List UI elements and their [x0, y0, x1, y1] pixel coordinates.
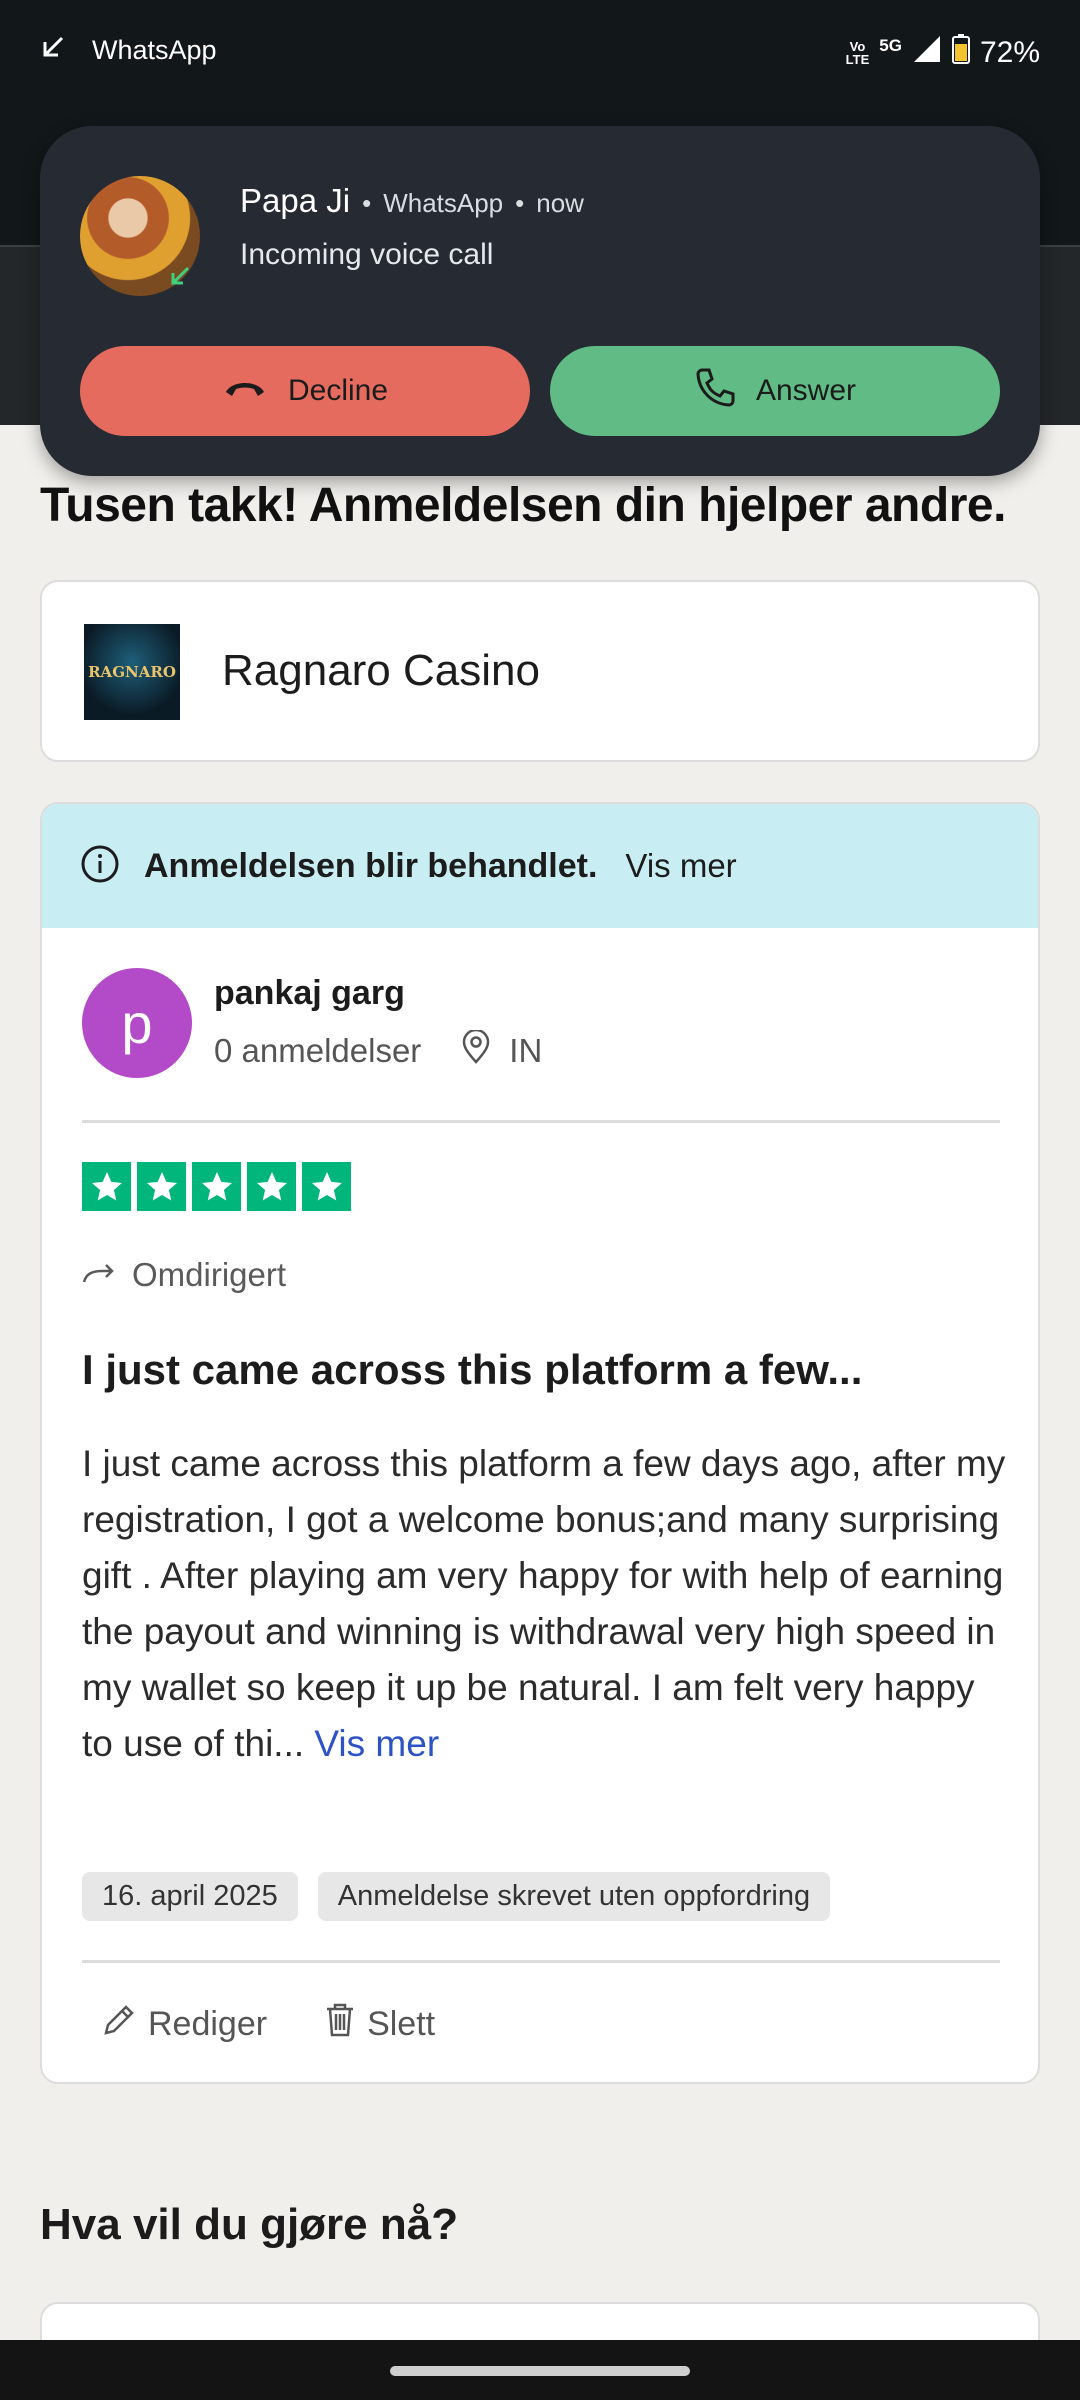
star-icon — [82, 1162, 131, 1211]
location-pin-icon — [461, 1028, 491, 1072]
answer-button[interactable]: Answer — [550, 346, 1000, 436]
hang-up-icon — [222, 374, 268, 408]
star-icon — [302, 1162, 351, 1211]
pencil-icon — [102, 2003, 136, 2046]
next-steps-heading: Hva vil du gjøre nå? — [40, 2200, 459, 2249]
user-country: IN — [509, 1032, 543, 1069]
user-review-count: 0 anmeldelser — [214, 1032, 422, 1069]
review-card: Anmeldelsen blir behandlet. Vis mer p pa… — [40, 802, 1040, 2084]
status-bar: WhatsApp Vo LTE 5G 72% — [0, 0, 1080, 112]
incoming-call-notification[interactable]: Papa Ji • WhatsApp • now Incoming voice … — [40, 126, 1040, 476]
network-type: 5G — [879, 36, 902, 55]
home-gesture-handle[interactable] — [390, 2366, 690, 2376]
volte-indicator: Vo LTE — [845, 39, 870, 67]
review-body: I just came across this platform a few d… — [82, 1443, 1006, 1764]
divider — [82, 1960, 1000, 1963]
unsolicited-chip: Anmeldelse skrevet uten oppfordring — [317, 1872, 831, 1921]
user-name[interactable]: pankaj garg — [214, 974, 405, 1013]
call-message: Incoming voice call — [240, 238, 494, 271]
navigation-bar — [0, 2340, 1080, 2400]
star-icon — [247, 1162, 296, 1211]
review-date-chip: 16. april 2025 — [82, 1872, 298, 1921]
user-avatar[interactable]: p — [82, 968, 192, 1078]
star-icon — [192, 1162, 241, 1211]
star-rating — [82, 1162, 351, 1211]
trash-icon — [325, 2002, 355, 2047]
status-app-name: WhatsApp — [92, 35, 217, 65]
company-card[interactable]: RAGNARO Ragnaro Casino — [40, 580, 1040, 762]
review-title: I just came across this platform a few..… — [82, 1346, 863, 1393]
signal-icon — [912, 34, 942, 72]
decline-button[interactable]: Decline — [80, 346, 530, 436]
notification-app: WhatsApp — [383, 188, 504, 218]
company-name: Ragnaro Casino — [222, 646, 540, 695]
battery-icon — [951, 34, 970, 72]
caller-name: Papa Ji — [240, 182, 351, 219]
review-status-banner: Anmeldelsen blir behandlet. Vis mer — [42, 804, 1038, 928]
edit-button[interactable]: Rediger — [102, 2002, 267, 2047]
notification-time: now — [536, 188, 584, 218]
review-show-more-link[interactable]: Vis mer — [314, 1723, 439, 1764]
info-icon — [80, 844, 120, 889]
star-icon — [137, 1162, 186, 1211]
missed-call-arrow-icon — [40, 34, 66, 67]
incoming-call-arrow-icon — [168, 264, 192, 295]
thanks-heading: Tusen takk! Anmeldelsen din hjelper andr… — [40, 479, 1006, 532]
redirect-arrow-icon — [82, 1256, 116, 1294]
status-show-more-link[interactable]: Vis mer — [625, 847, 736, 885]
divider — [82, 1120, 1000, 1123]
delete-button[interactable]: Slett — [325, 2002, 435, 2047]
battery-percent: 72% — [979, 36, 1040, 69]
review-status-text: Anmeldelsen blir behandlet. — [144, 846, 598, 885]
redirected-label: Omdirigert — [82, 1256, 286, 1294]
phone-icon — [694, 366, 736, 416]
company-logo: RAGNARO — [84, 624, 180, 720]
